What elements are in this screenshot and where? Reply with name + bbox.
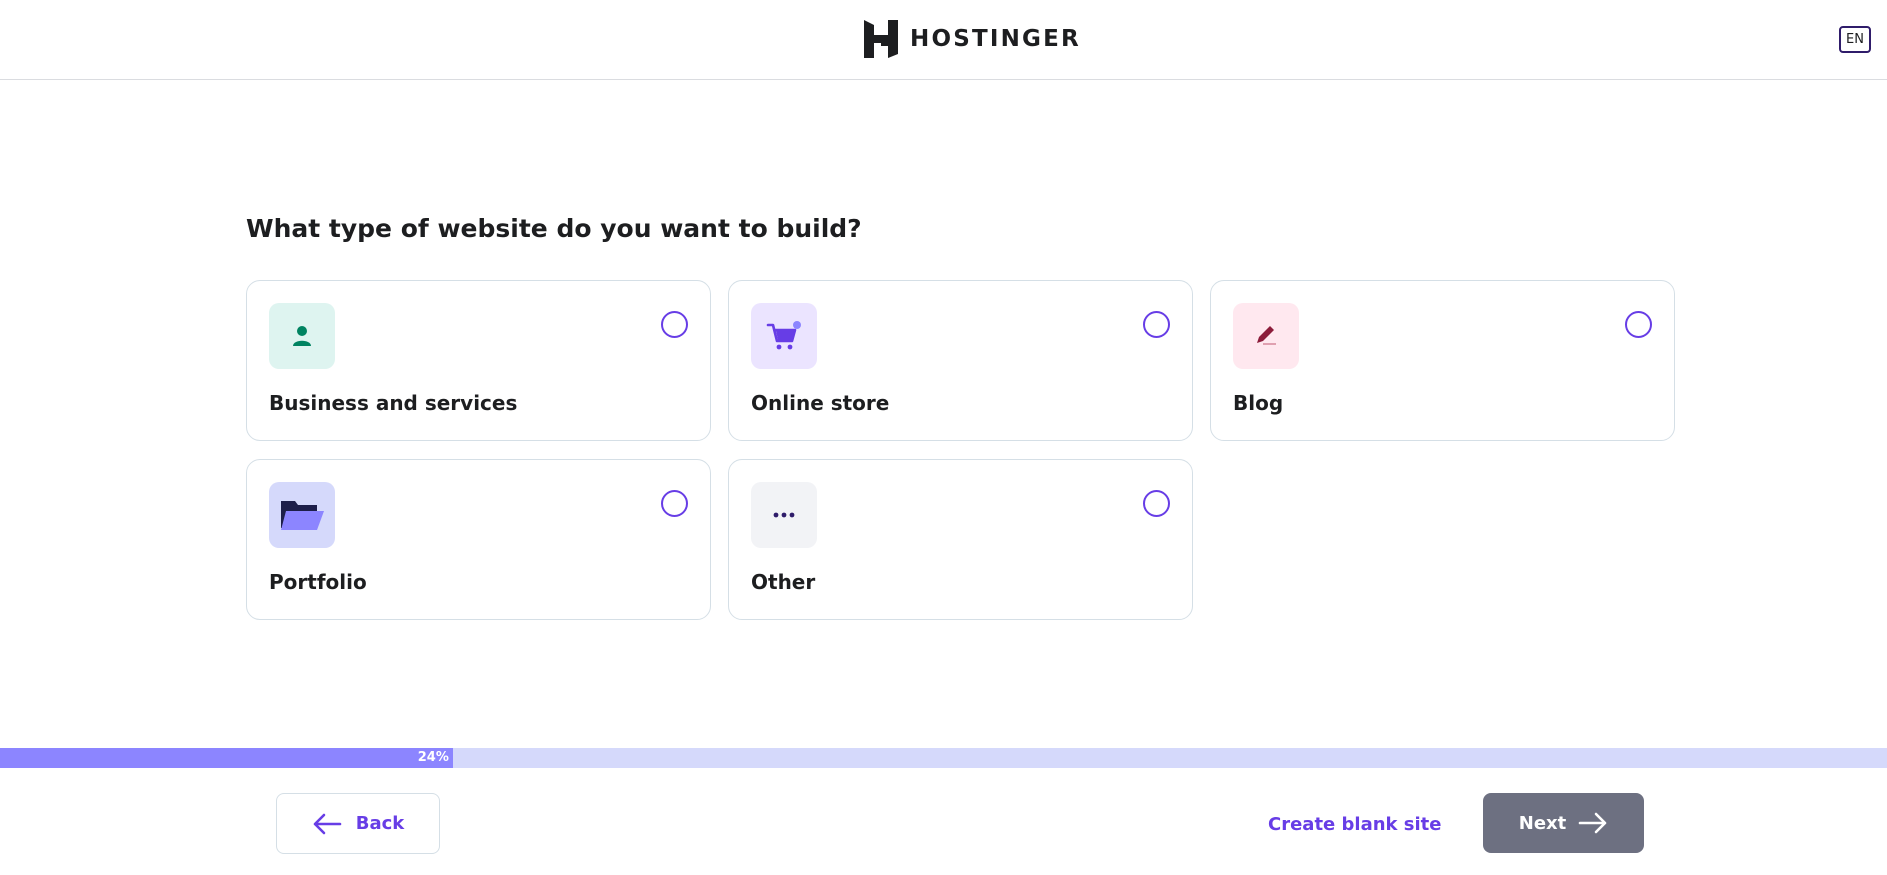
option-radio[interactable]: [1625, 311, 1652, 338]
option-label: Blog: [1233, 391, 1284, 415]
create-blank-site-link[interactable]: Create blank site: [1268, 810, 1441, 838]
person-icon: [293, 326, 311, 346]
arrow-left-icon: [313, 813, 342, 834]
page-question: What type of website do you want to buil…: [246, 214, 862, 243]
option-label: Online store: [751, 391, 890, 415]
option-label: Portfolio: [269, 570, 367, 594]
back-button[interactable]: Back: [276, 793, 440, 854]
hostinger-logo[interactable]: HOSTINGER: [864, 19, 1081, 59]
folder-icon: [281, 501, 324, 530]
next-button[interactable]: Next: [1483, 793, 1644, 853]
option-radio[interactable]: [661, 490, 688, 517]
option-card-blog[interactable]: Blog: [1210, 280, 1675, 441]
option-icon-box: [751, 482, 817, 548]
option-label: Business and services: [269, 391, 518, 415]
option-card-other[interactable]: Other: [728, 459, 1193, 620]
brand-name: HOSTINGER: [910, 26, 1081, 52]
option-radio[interactable]: [661, 311, 688, 338]
progress-percent: 24%: [417, 750, 449, 765]
option-icon-box: [269, 482, 335, 548]
language-selector-button[interactable]: EN: [1839, 26, 1871, 53]
option-radio[interactable]: [1143, 490, 1170, 517]
more-dots-icon: [773, 512, 795, 518]
progress-bar-fill: 24%: [0, 748, 453, 768]
option-radio[interactable]: [1143, 311, 1170, 338]
back-button-label: Back: [355, 813, 405, 834]
option-icon-box: [751, 303, 817, 369]
hostinger-h-icon: [864, 20, 898, 58]
option-card-portfolio[interactable]: Portfolio: [246, 459, 711, 620]
pen-icon: [1257, 326, 1276, 345]
arrow-right-icon: [1578, 812, 1607, 834]
option-label: Other: [751, 570, 816, 594]
next-button-label: Next: [1518, 812, 1567, 834]
option-card-business[interactable]: Business and services: [246, 280, 711, 441]
option-icon-box: [269, 303, 335, 369]
top-header: HOSTINGER EN: [0, 0, 1887, 80]
option-icon-box: [1233, 303, 1299, 369]
progress-bar: 24%: [0, 748, 1887, 768]
option-card-online-store[interactable]: Online store: [728, 280, 1193, 441]
shopping-cart-icon: [766, 321, 801, 350]
